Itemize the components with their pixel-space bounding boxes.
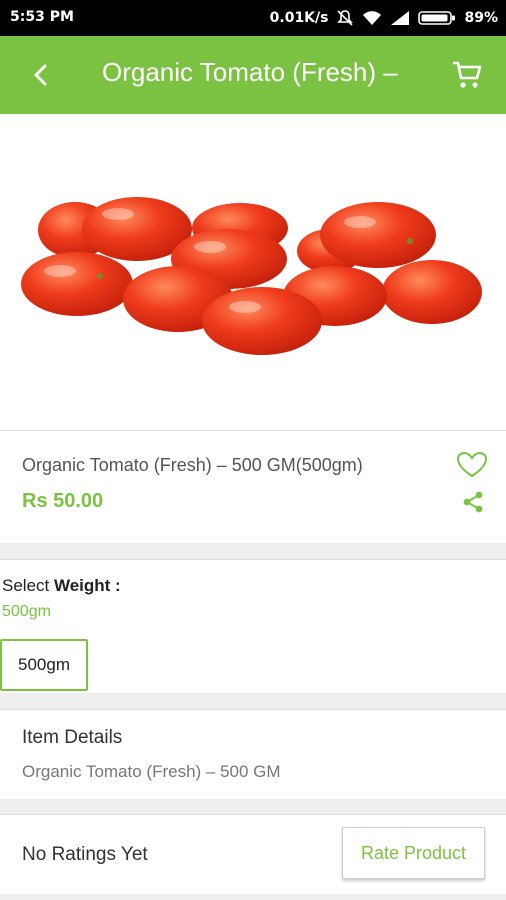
status-icons: 0.01K/s 89% xyxy=(270,9,498,27)
status-time: 5:53 PM xyxy=(10,9,74,25)
status-bar: 5:53 PM 0.01K/s 89% xyxy=(0,0,506,36)
ratings-text: No Ratings Yet xyxy=(22,844,148,865)
weight-label: Select Weight : xyxy=(2,576,121,595)
section-divider xyxy=(0,693,506,709)
cherry-tomatoes-image xyxy=(21,197,482,355)
page-title: Organic Tomato (Fresh) – xyxy=(102,57,398,87)
favorite-button[interactable] xyxy=(456,450,488,480)
cart-icon xyxy=(453,61,482,88)
section-divider xyxy=(0,799,506,814)
item-details-card xyxy=(0,709,506,801)
rate-product-button[interactable]: Rate Product xyxy=(342,827,485,879)
wifi-icon xyxy=(363,11,382,25)
item-details-text: Organic Tomato (Fresh) – 500 GM xyxy=(22,762,281,781)
back-button[interactable] xyxy=(24,58,58,92)
mute-icon xyxy=(337,10,354,26)
product-image xyxy=(0,114,506,430)
weight-option-500gm[interactable]: 500gm xyxy=(0,639,88,691)
app-bar: Organic Tomato (Fresh) – xyxy=(0,36,506,114)
heart-outline-icon xyxy=(456,451,488,478)
signal-icon xyxy=(391,11,410,25)
product-name: Organic Tomato (Fresh) – 500 GM(500gm) xyxy=(22,455,363,475)
battery-icon xyxy=(418,11,456,25)
bottom-strip xyxy=(0,894,506,900)
back-arrow-icon xyxy=(34,64,47,86)
cart-button[interactable] xyxy=(447,56,487,94)
product-price: Rs 50.00 xyxy=(22,490,104,512)
share-icon xyxy=(463,491,483,513)
section-divider xyxy=(0,543,506,559)
network-speed: 0.01K/s xyxy=(269,10,329,26)
share-button[interactable] xyxy=(462,491,484,513)
item-details-title: Item Details xyxy=(22,727,123,748)
product-info-card xyxy=(0,430,506,545)
selected-weight: 500gm xyxy=(2,603,51,620)
battery-level: 89% xyxy=(464,10,498,26)
